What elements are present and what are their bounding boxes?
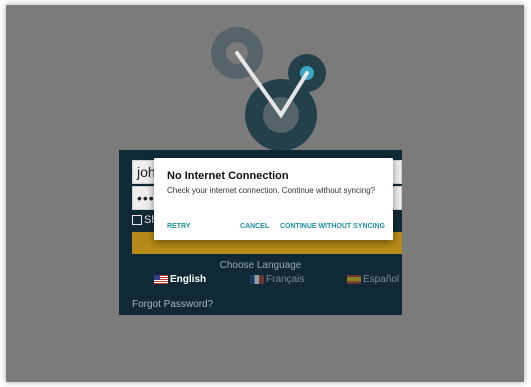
language-french[interactable]: Français [250, 274, 304, 285]
spain-flag-icon [347, 275, 361, 284]
forgot-password-link[interactable]: Forgot Password? [132, 299, 213, 310]
france-flag-icon [250, 275, 264, 284]
app-logo [211, 27, 326, 151]
retry-button[interactable]: RETRY [167, 223, 190, 230]
language-label: English [170, 274, 207, 285]
checkbox-icon[interactable] [132, 215, 142, 225]
no-internet-dialog: No Internet Connection Check your intern… [154, 158, 393, 240]
language-english[interactable]: English [154, 274, 206, 285]
dialog-title: No Internet Connection [167, 170, 289, 182]
us-flag-icon [154, 275, 168, 284]
continue-without-syncing-button[interactable]: CONTINUE WITHOUT SYNCING [280, 223, 385, 230]
app-screen: joh ••• Sh Choose Language English Franç… [6, 5, 524, 382]
language-label: Français [266, 274, 305, 285]
language-label: Español [363, 274, 400, 285]
dialog-message: Check your internet connection. Continue… [167, 186, 376, 195]
cancel-button[interactable]: CANCEL [240, 223, 269, 230]
choose-language-label: Choose Language [219, 260, 302, 271]
language-spanish[interactable]: Español [347, 274, 399, 285]
